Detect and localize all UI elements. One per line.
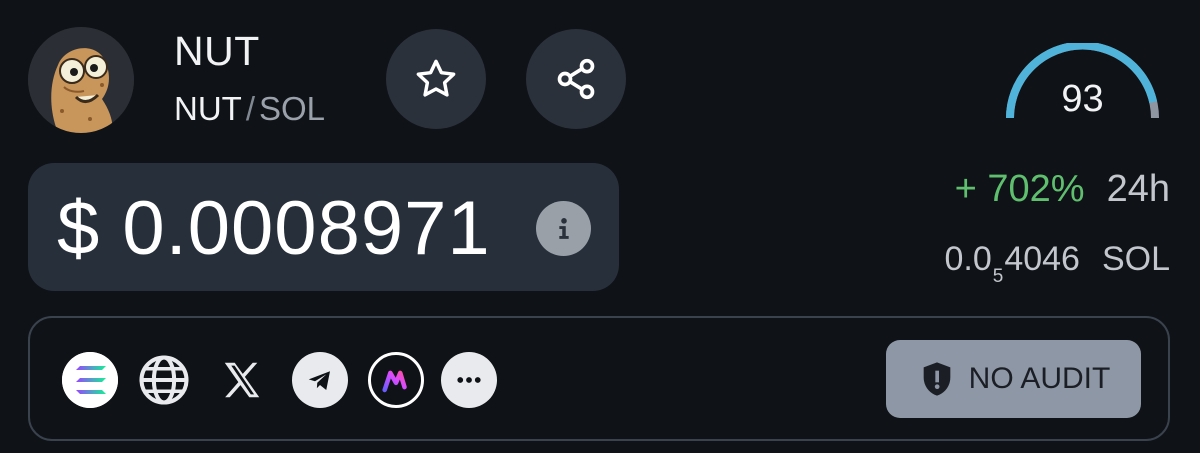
- price-change: + 702%: [954, 168, 1085, 210]
- sol-price-row: 0.054046 SOL: [944, 240, 1170, 287]
- more-links-button[interactable]: [441, 352, 497, 408]
- star-icon: [416, 59, 456, 97]
- solana-icon: [62, 352, 118, 408]
- more-icon: [457, 377, 481, 383]
- sol-price-digits: 4046: [1004, 240, 1080, 278]
- change-period: 24h: [1106, 168, 1170, 210]
- sol-price-prefix: 0.0: [944, 240, 992, 278]
- score-value: 93: [1061, 78, 1104, 120]
- sol-price-unit: SOL: [1101, 240, 1170, 278]
- pair-quote: SOL: [259, 90, 326, 127]
- trading-pair: NUT / SOL: [174, 90, 325, 128]
- info-icon: [558, 217, 569, 239]
- telegram-icon: [308, 371, 330, 390]
- pair-base: NUT: [174, 90, 242, 127]
- share-button[interactable]: [526, 29, 626, 129]
- usd-price: $ 0.0008971: [57, 186, 491, 271]
- token-avatar: [28, 27, 134, 133]
- website-link[interactable]: [136, 352, 192, 408]
- x-twitter-link[interactable]: [214, 352, 270, 408]
- telegram-link[interactable]: [292, 352, 348, 408]
- website-globe-icon: [139, 355, 189, 405]
- favorite-button[interactable]: [386, 29, 486, 129]
- x-twitter-icon: [224, 362, 260, 398]
- peanut-mascot-icon: [28, 27, 134, 133]
- price-info-button[interactable]: [536, 201, 591, 256]
- moonshot-icon: [382, 370, 407, 393]
- sol-price-zero-count: 5: [992, 266, 1004, 287]
- shield-warning-icon: [923, 362, 950, 396]
- price-change-row: + 702% 24h: [955, 168, 1170, 211]
- solana-link[interactable]: [62, 352, 118, 408]
- audit-label: NO AUDIT: [968, 362, 1111, 395]
- share-icon: [557, 58, 595, 100]
- token-name: NUT: [174, 28, 260, 74]
- moonshot-link[interactable]: [368, 352, 424, 408]
- pair-separator: /: [245, 90, 255, 127]
- audit-badge[interactable]: NO AUDIT: [886, 340, 1141, 418]
